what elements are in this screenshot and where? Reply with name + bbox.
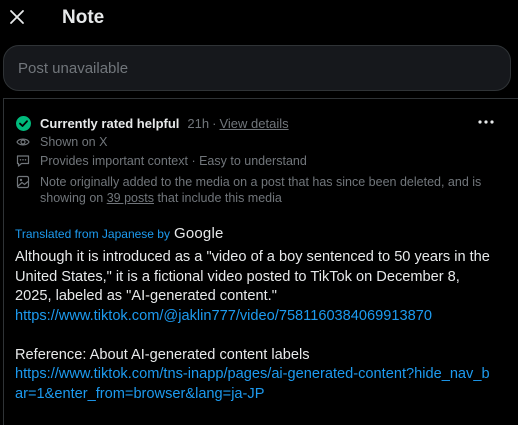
- check-circle-icon: [16, 115, 31, 131]
- media-note-suffix: that include this media: [153, 191, 282, 205]
- speech-bubble-icon: [16, 155, 30, 167]
- close-icon: [10, 10, 24, 24]
- eye-icon: [16, 138, 30, 146]
- translated-from-label: Translated from Japanese by: [15, 226, 170, 241]
- rating-status: Currently rated helpful: [40, 115, 180, 131]
- post-unavailable-box: Post unavailable: [3, 45, 511, 91]
- image-icon: [16, 175, 30, 189]
- page-title: Note: [62, 7, 105, 28]
- more-horizontal-icon: [478, 120, 494, 124]
- media-note-text: Note originally added to the media on a …: [40, 174, 510, 206]
- ai-label-reference-link[interactable]: https://www.tiktok.com/tns-inapp/pages/a…: [15, 365, 493, 404]
- reference-text: Reference: About AI-generated content la…: [15, 346, 310, 363]
- community-note-card: Currently rated helpful 21h · View detai…: [3, 98, 518, 425]
- shown-on-text: Shown on X: [40, 135, 108, 149]
- translation-attribution: Translated from Japanese by Google: [15, 225, 224, 242]
- note-status-row: Currently rated helpful 21h · View detai…: [16, 114, 289, 132]
- note-body: Although it is introduced as a "video of…: [15, 248, 493, 404]
- context-row: Provides important context · Easy to und…: [16, 153, 510, 169]
- note-age: 21h: [187, 115, 210, 131]
- meta-separator: ·: [212, 115, 217, 131]
- posts-count-link[interactable]: 39 posts: [107, 191, 154, 205]
- note-body-text: Although it is introduced as a "video of…: [15, 249, 490, 304]
- context-text: Provides important context · Easy to und…: [40, 154, 307, 168]
- google-logo: Google: [173, 225, 224, 242]
- post-unavailable-text: Post unavailable: [18, 59, 129, 77]
- view-details-link[interactable]: View details: [219, 116, 288, 131]
- shown-on-row: Shown on X: [16, 134, 510, 150]
- more-options-button[interactable]: [475, 113, 497, 131]
- media-note-row: Note originally added to the media on a …: [16, 174, 510, 206]
- close-button[interactable]: [6, 6, 28, 28]
- note-page: Note Post unavailable Currently rated he…: [0, 0, 518, 425]
- tiktok-video-link[interactable]: https://www.tiktok.com/@jaklin777/video/…: [15, 307, 493, 327]
- header: Note: [0, 0, 518, 38]
